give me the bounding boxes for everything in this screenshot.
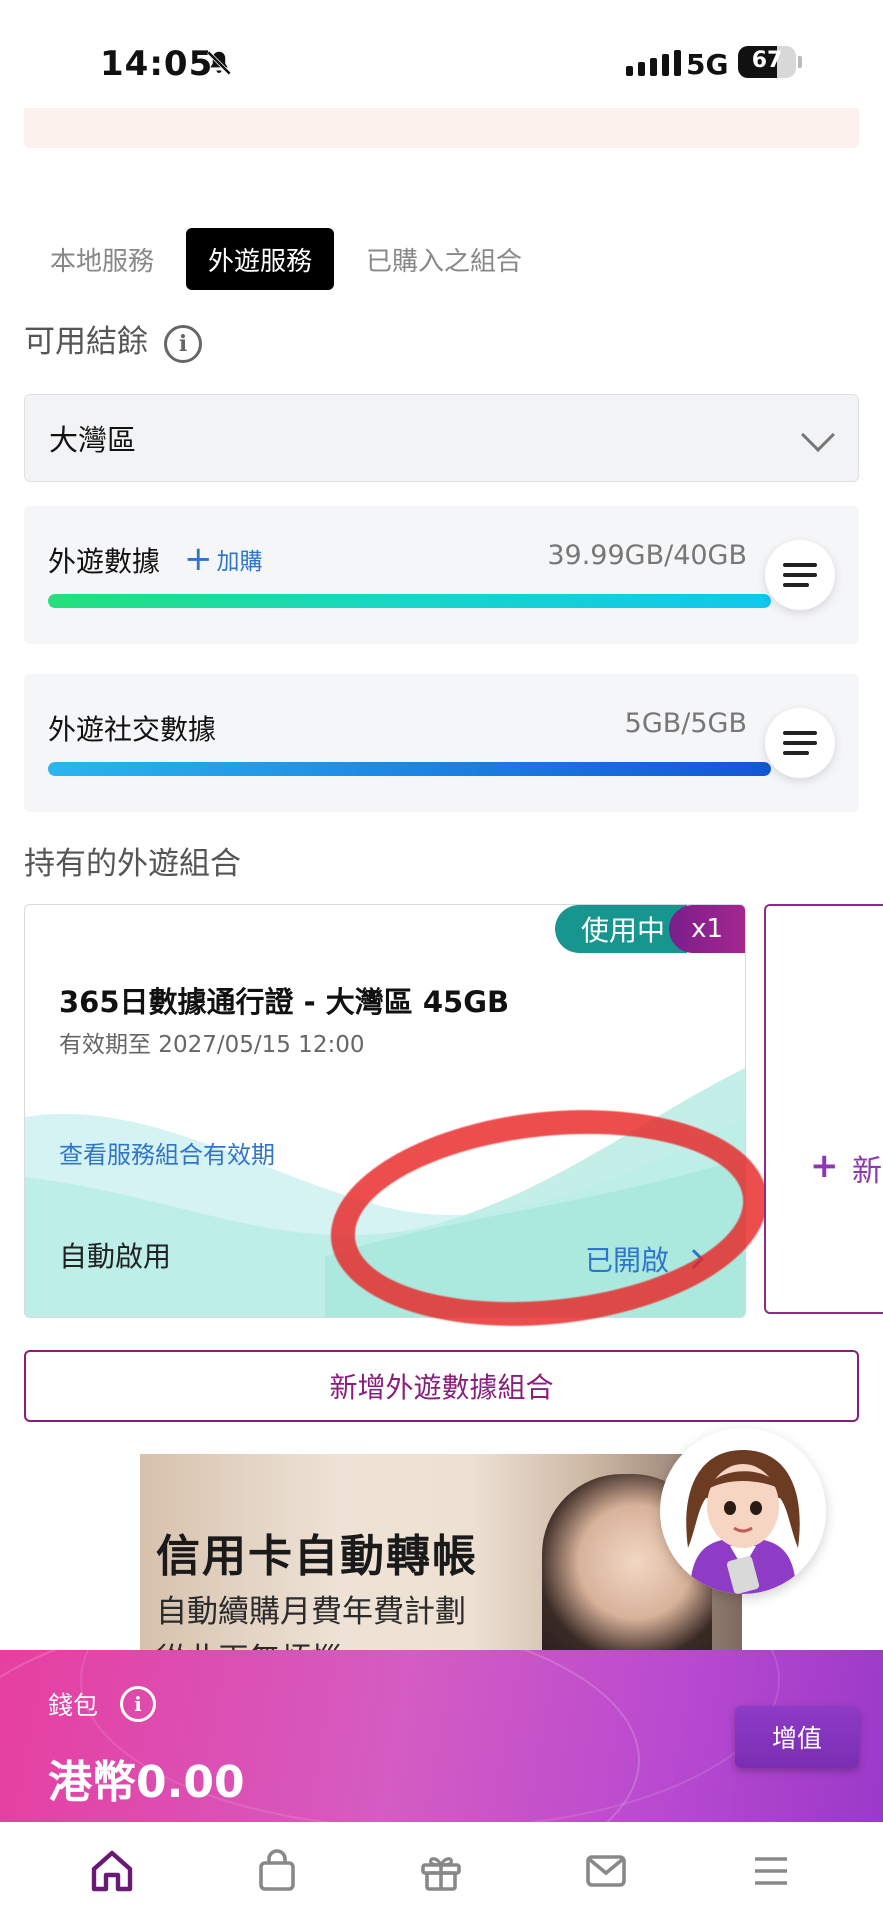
add-bundle-card[interactable]: + 新 <box>764 904 883 1314</box>
bundle-card[interactable]: 使用中 x1 365日數據通行證 - 大灣區 45GB 有效期至 2027/05… <box>24 904 746 1318</box>
bundle-status-badge: 使用中 x1 <box>555 905 745 953</box>
tab-purchased-bundles[interactable]: 已購入之組合 <box>344 228 544 290</box>
roaming-social-data-usage-card: 外遊社交數據 5GB/5GB <box>24 674 859 812</box>
usage-progress-bar <box>48 762 771 776</box>
banner-line-1: 自動續購月費年費計劃 <box>156 1594 466 1630</box>
chat-assistant-avatar[interactable] <box>660 1428 826 1594</box>
bundle-title: 365日數據通行證 - 大灣區 45GB <box>59 985 510 1019</box>
bundle-count: x1 <box>669 905 745 953</box>
auto-activate-setting[interactable]: 已開啟 <box>584 1239 704 1279</box>
tab-roaming-services[interactable]: 外遊服務 <box>186 228 335 290</box>
bundle-expiry: 有效期至 2027/05/15 12:00 <box>59 1032 365 1058</box>
auto-activate-label: 自動啟用 <box>59 1240 172 1273</box>
nav-rewards[interactable] <box>406 1836 476 1906</box>
battery-icon: 67 <box>738 46 796 78</box>
tab-local-services[interactable]: 本地服務 <box>28 228 176 290</box>
add-on-label: 加購 <box>216 549 263 575</box>
info-icon[interactable]: i <box>164 324 202 363</box>
shopping-bag-icon <box>259 1849 295 1891</box>
available-balance-heading: 可用結餘 i <box>24 316 202 363</box>
in-use-label: 使用中 <box>555 905 688 953</box>
promo-banner[interactable]: 信用卡自動轉帳 自動續購月費年費計劃 從此再無煩惱 <box>140 1454 742 1664</box>
add-bundle-card-label: 新 <box>852 1154 882 1189</box>
plus-icon: + <box>184 539 213 579</box>
nav-inbox[interactable] <box>571 1836 641 1906</box>
assistant-avatar-icon <box>660 1428 826 1594</box>
battery-level: 67 <box>751 48 783 73</box>
auto-activate-value: 已開啟 <box>584 1244 669 1277</box>
wallet-bar: 錢包 i 港幣0.00 增值 <box>0 1650 883 1822</box>
usage-details-button[interactable] <box>765 708 835 778</box>
usage-details-button[interactable] <box>765 540 835 610</box>
bell-muted-icon <box>206 50 232 76</box>
home-icon <box>92 1850 133 1892</box>
menu-icon <box>754 1857 787 1885</box>
usage-progress-bar <box>48 594 771 608</box>
status-time: 14:05 <box>100 44 214 84</box>
chevron-right-icon <box>684 1249 704 1269</box>
status-bar: 14:05 5G 67 <box>0 0 883 110</box>
add-on-purchase-link[interactable]: + 加購 <box>184 542 263 576</box>
roaming-data-usage-card: 外遊數據 + 加購 39.99GB/40GB <box>24 506 859 644</box>
usage-label: 外遊社交數據 <box>48 713 217 746</box>
gift-icon <box>421 1857 462 1891</box>
mail-icon <box>586 1855 626 1887</box>
nav-shop[interactable] <box>242 1836 312 1906</box>
info-icon[interactable]: i <box>120 1686 157 1722</box>
add-roaming-bundle-button[interactable]: 新增外遊數據組合 <box>24 1350 859 1422</box>
usage-amount: 5GB/5GB <box>624 708 747 739</box>
usage-label: 外遊數據 <box>48 545 161 578</box>
usage-amount: 39.99GB/40GB <box>547 540 747 571</box>
chevron-down-icon <box>801 418 835 452</box>
wallet-balance: 港幣0.00 <box>48 1757 245 1808</box>
plus-icon: + <box>810 1146 839 1186</box>
usage-progress-fill <box>48 762 771 776</box>
battery-tip <box>798 56 802 68</box>
owned-bundles-title: 持有的外遊組合 <box>24 846 241 882</box>
top-up-button[interactable]: 增值 <box>735 1706 859 1768</box>
cellular-signal-icon <box>626 48 681 76</box>
wallet-label: 錢包 <box>48 1691 99 1720</box>
bottom-navigation <box>0 1822 883 1920</box>
wallet-heading: 錢包 i <box>48 1686 157 1722</box>
available-balance-title: 可用結餘 <box>24 324 148 360</box>
view-validity-link[interactable]: 查看服務組合有效期 <box>59 1135 275 1170</box>
nav-menu[interactable] <box>736 1836 806 1906</box>
notice-strip <box>24 108 859 148</box>
usage-progress-fill <box>48 594 771 608</box>
service-tabs: 本地服務 外遊服務 已購入之組合 <box>28 228 544 290</box>
region-dropdown[interactable]: 大灣區 <box>24 394 859 482</box>
banner-headline: 信用卡自動轉帳 <box>156 1531 478 1582</box>
nav-home[interactable] <box>77 1836 147 1906</box>
region-dropdown-value: 大灣區 <box>49 423 137 457</box>
network-type: 5G <box>686 48 729 81</box>
